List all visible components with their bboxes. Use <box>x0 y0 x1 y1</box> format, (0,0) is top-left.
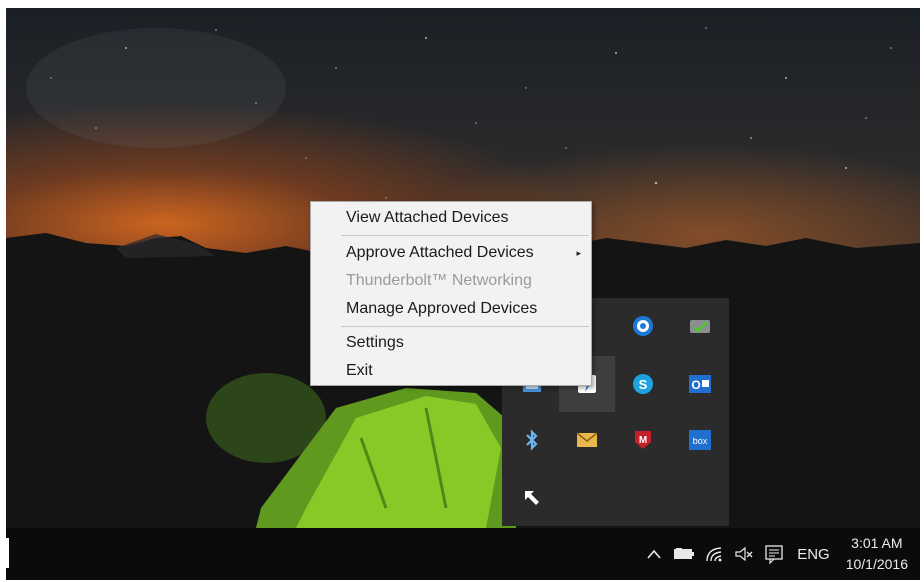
menu-separator <box>341 326 589 327</box>
svg-text:M: M <box>639 435 647 446</box>
show-hidden-icons-chevron-icon[interactable] <box>639 539 669 569</box>
wifi-icon[interactable] <box>699 539 729 569</box>
taskbar-left-edge <box>6 538 9 568</box>
outlook-icon-letter: O <box>691 378 700 392</box>
taskbar-clock[interactable]: 3:01 AM 10/1/2016 <box>840 533 920 575</box>
volume-muted-icon[interactable] <box>729 539 759 569</box>
thunderbolt-context-menu: View Attached Devices Approve Attached D… <box>310 201 592 386</box>
box-icon[interactable]: box <box>672 412 728 468</box>
menu-item-approve-label: Approve Attached Devices <box>346 244 534 261</box>
system-tray: ENG 3:01 AM 10/1/2016 <box>639 528 920 580</box>
cursor-app-icon[interactable] <box>504 470 560 526</box>
submenu-arrow-icon: ▸ <box>576 248 581 258</box>
menu-item-approve-attached-devices[interactable]: Approve Attached Devices <box>346 244 581 262</box>
action-center-icon[interactable] <box>759 539 789 569</box>
mail-icon[interactable] <box>559 412 615 468</box>
battery-icon[interactable] <box>669 539 699 569</box>
screenshot-frame: S O M box View Attached Devices Approve … <box>0 0 924 582</box>
taskbar: ENG 3:01 AM 10/1/2016 <box>6 528 920 580</box>
menu-item-settings[interactable]: Settings <box>346 334 404 352</box>
menu-separator <box>341 235 589 236</box>
input-language-indicator[interactable]: ENG <box>789 546 840 563</box>
sync-check-icon[interactable] <box>672 298 728 354</box>
menu-item-thunderbolt-networking: Thunderbolt™ Networking <box>346 272 532 289</box>
clock-time: 3:01 AM <box>851 535 903 551</box>
clock-date: 10/1/2016 <box>845 556 908 572</box>
box-icon-label: box <box>693 436 708 446</box>
menu-item-view-attached-devices[interactable]: View Attached Devices <box>346 209 508 227</box>
menu-item-manage-approved-devices[interactable]: Manage Approved Devices <box>346 300 537 318</box>
mcafee-icon[interactable]: M <box>615 412 671 468</box>
menu-item-exit[interactable]: Exit <box>346 362 373 380</box>
svg-text:S: S <box>639 377 648 392</box>
skype-icon[interactable]: S <box>615 356 671 412</box>
outlook-icon[interactable]: O <box>672 356 728 412</box>
bluetooth-icon[interactable] <box>504 412 560 468</box>
blue-app-icon[interactable] <box>615 298 671 354</box>
